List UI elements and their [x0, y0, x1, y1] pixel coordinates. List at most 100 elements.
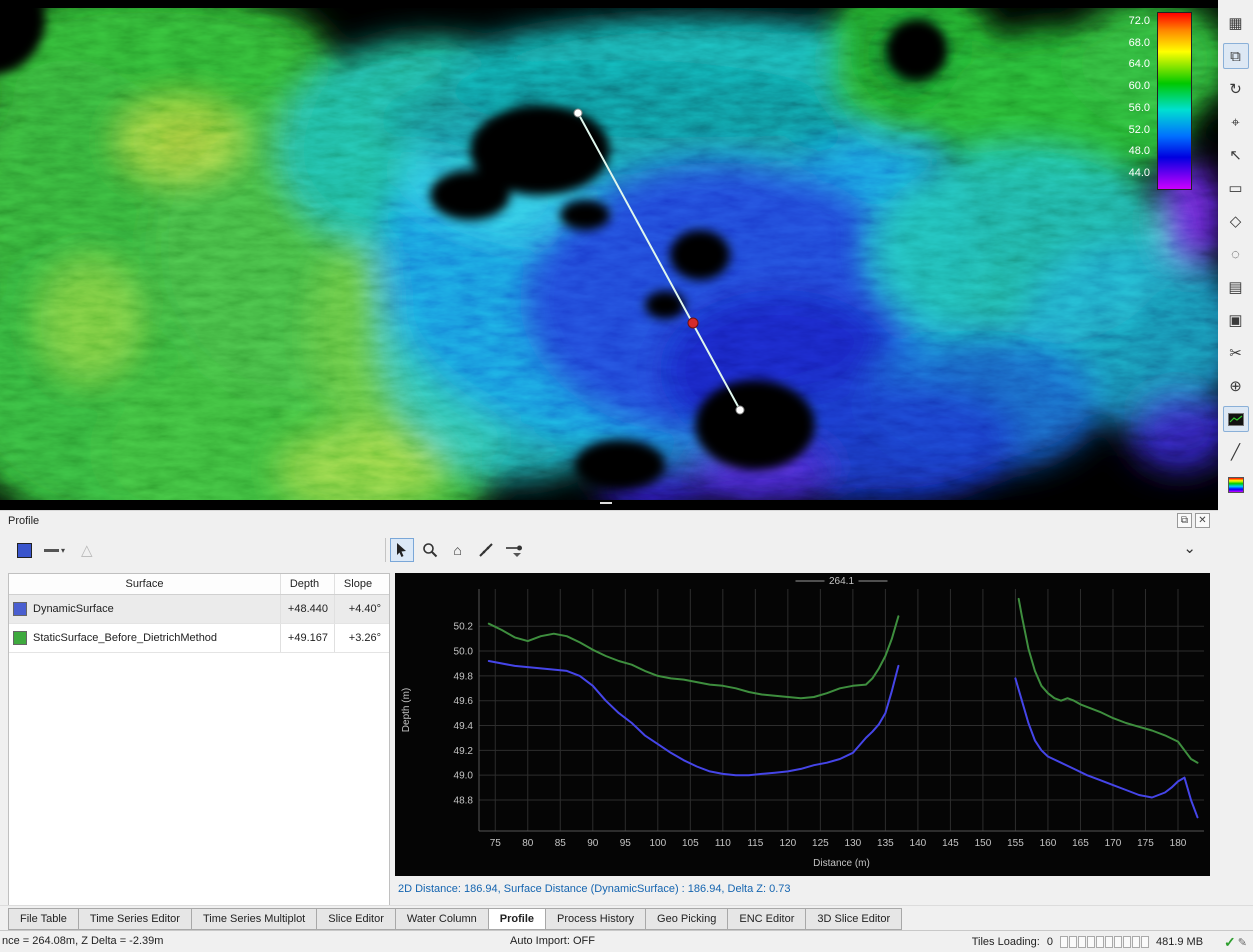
- tab-geo-picking[interactable]: Geo Picking: [645, 908, 728, 930]
- svg-text:49.0: 49.0: [454, 771, 474, 782]
- rect-select-icon[interactable]: ▭: [1223, 175, 1249, 201]
- colorbar-labels: 72.068.064.060.056.052.048.044.0: [1104, 15, 1150, 179]
- magnifier-icon: [422, 542, 438, 558]
- svg-text:49.8: 49.8: [454, 671, 474, 682]
- dropdown-arrow-icon: ▾: [61, 546, 65, 555]
- triangle-marker-icon[interactable]: △: [81, 541, 93, 559]
- snap-options-tool[interactable]: [502, 538, 526, 562]
- axes-3d-icon[interactable]: ⌖: [1223, 109, 1249, 135]
- file-table-icon[interactable]: ▦: [1223, 10, 1249, 36]
- rotate-view-icon[interactable]: ↻: [1223, 76, 1249, 102]
- tab-slice-editor[interactable]: Slice Editor: [316, 908, 396, 930]
- profile-chart[interactable]: 7580859095100105110115120125130135140145…: [395, 573, 1210, 876]
- tiles-segment: [1069, 936, 1077, 948]
- surface-depth: +49.167: [281, 624, 335, 652]
- float-panel-icon[interactable]: ⧉: [1177, 513, 1192, 528]
- geo-pick-icon[interactable]: ⊕: [1223, 373, 1249, 399]
- collapse-chevron-icon[interactable]: ⌄: [1183, 539, 1196, 557]
- tiles-progress: [1060, 936, 1149, 948]
- pointer-tool[interactable]: [390, 538, 414, 562]
- colorbar-label: 64.0: [1104, 58, 1150, 70]
- colorbar-label: 44.0: [1104, 167, 1150, 179]
- bathymetry-surface[interactable]: [0, 0, 1218, 510]
- surface-color-swatch: [13, 602, 27, 616]
- line-style-button[interactable]: ▾: [44, 546, 65, 555]
- tiles-segment: [1060, 936, 1068, 948]
- svg-text:Distance (m): Distance (m): [813, 858, 870, 869]
- svg-text:80: 80: [522, 838, 534, 849]
- tab-process-history[interactable]: Process History: [545, 908, 646, 930]
- chart-preview: [1228, 413, 1244, 426]
- depth-colorbar[interactable]: [1157, 12, 1192, 190]
- toolbar-separator: [385, 538, 386, 562]
- colorbar-label: 72.0: [1104, 15, 1150, 27]
- svg-text:50.2: 50.2: [454, 622, 474, 633]
- svg-text:49.4: 49.4: [454, 721, 474, 732]
- svg-text:150: 150: [975, 838, 992, 849]
- svg-text:115: 115: [747, 838, 763, 849]
- profile-midpoint-marker[interactable]: [688, 318, 698, 328]
- svg-text:100: 100: [649, 838, 666, 849]
- svg-text:170: 170: [1105, 838, 1122, 849]
- profile-toolbar: ▾ △ ⌂ ⌄: [0, 533, 1218, 567]
- plan-view-icon[interactable]: ▤: [1223, 274, 1249, 300]
- circle-select-icon[interactable]: ◌: [1223, 241, 1249, 267]
- surface-table: Surface Depth Slope DynamicSurface+48.44…: [8, 573, 390, 906]
- edit-surface-icon[interactable]: ▣: [1223, 307, 1249, 333]
- memory-usage: 481.9 MB: [1156, 936, 1203, 948]
- tab-water-column[interactable]: Water Column: [395, 908, 489, 930]
- tab-file-table[interactable]: File Table: [8, 908, 79, 930]
- line-color-swatch[interactable]: [17, 543, 32, 558]
- colormap-icon[interactable]: [1223, 472, 1249, 498]
- tab-3d-slice-editor[interactable]: 3D Slice Editor: [805, 908, 902, 930]
- ok-check-icon[interactable]: ✓: [1224, 934, 1236, 951]
- svg-text:110: 110: [715, 838, 731, 849]
- table-row[interactable]: DynamicSurface+48.440+4.40°: [9, 595, 389, 624]
- close-panel-icon[interactable]: ✕: [1195, 513, 1210, 528]
- split-tool-icon[interactable]: ✂: [1223, 340, 1249, 366]
- tab-enc-editor[interactable]: ENC Editor: [727, 908, 806, 930]
- tiles-segment: [1096, 936, 1104, 948]
- svg-text:180: 180: [1170, 838, 1187, 849]
- colorbar-label: 56.0: [1104, 102, 1150, 114]
- profile-panel: Profile ⧉ ✕ ▾ △ ⌂ ⌄: [0, 510, 1218, 905]
- measure-tool[interactable]: [474, 538, 498, 562]
- surface-slope: +4.40°: [335, 595, 387, 623]
- tab-time-series-multiplot[interactable]: Time Series Multiplot: [191, 908, 317, 930]
- svg-text:95: 95: [620, 838, 632, 849]
- select-arrow-icon[interactable]: ↖: [1223, 142, 1249, 168]
- auto-import-status: Auto Import: OFF: [510, 935, 595, 947]
- tiles-loading-value: 0: [1047, 936, 1053, 948]
- colormap-preview: [1228, 477, 1244, 493]
- header-surface[interactable]: Surface: [9, 574, 281, 594]
- svg-text:49.2: 49.2: [454, 746, 474, 757]
- surface-name: DynamicSurface: [33, 595, 114, 623]
- profile-endpoint-start[interactable]: [574, 109, 582, 117]
- svg-text:165: 165: [1072, 838, 1089, 849]
- header-slope[interactable]: Slope: [335, 574, 387, 594]
- table-row[interactable]: StaticSurface_Before_DietrichMethod+49.1…: [9, 624, 389, 653]
- profile-endpoint-end[interactable]: [736, 406, 744, 414]
- svg-text:264.1: 264.1: [829, 576, 854, 587]
- svg-text:75: 75: [490, 838, 502, 849]
- measure-ruler-icon[interactable]: ╱: [1223, 439, 1249, 465]
- tab-time-series-editor[interactable]: Time Series Editor: [78, 908, 192, 930]
- lasso-select-icon[interactable]: ◇: [1223, 208, 1249, 234]
- profile-chart-icon[interactable]: [1223, 406, 1249, 432]
- svg-text:135: 135: [877, 838, 894, 849]
- status-bar: nce = 264.08m, Z Delta = -2.39m Auto Imp…: [0, 930, 1253, 952]
- home-view-tool[interactable]: ⌂: [446, 538, 470, 562]
- svg-text:125: 125: [812, 838, 829, 849]
- svg-text:130: 130: [845, 838, 862, 849]
- tab-profile[interactable]: Profile: [488, 908, 546, 930]
- header-depth[interactable]: Depth: [281, 574, 335, 594]
- svg-text:155: 155: [1007, 838, 1024, 849]
- layers-icon[interactable]: ⧉: [1223, 43, 1249, 69]
- colorbar-label: 52.0: [1104, 124, 1150, 136]
- bathymetry-3d-view[interactable]: 72.068.064.060.056.052.048.044.0: [0, 0, 1218, 510]
- tiles-segment: [1123, 936, 1131, 948]
- app-root: 72.068.064.060.056.052.048.044.0 ▦⧉↻⌖↖▭◇…: [0, 0, 1253, 952]
- tiles-segment: [1078, 936, 1086, 948]
- zoom-tool[interactable]: [418, 538, 442, 562]
- colorbar-label: 68.0: [1104, 37, 1150, 49]
